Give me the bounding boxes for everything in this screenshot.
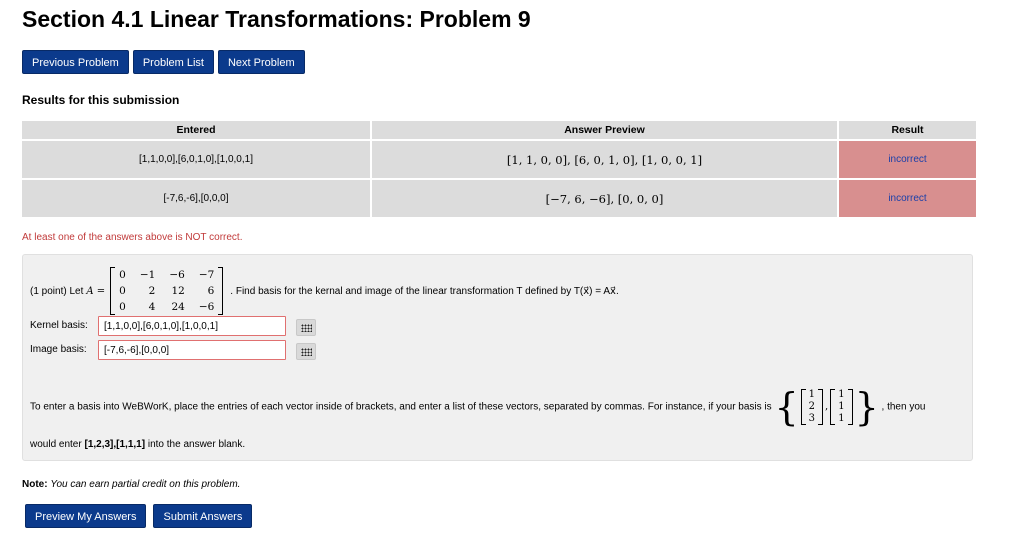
instructions-line-2: would enter [1,2,3],[1,1,1] into the ans… (30, 438, 966, 452)
preview-answers-button[interactable]: Preview My Answers (25, 504, 147, 528)
matrix-a: 0 −1 −6 −7 0 2 12 6 0 4 24 −6 (110, 267, 224, 315)
next-problem-button[interactable]: Next Problem (217, 50, 305, 74)
problem-box: (1 point) Let A = 0 −1 −6 −7 0 2 12 6 0 … (22, 254, 973, 461)
grid-dots-icon (300, 323, 312, 332)
equation-editor-icon[interactable] (296, 319, 316, 336)
vector-entry: 2 (808, 401, 815, 412)
result-cell: incorrect (839, 180, 976, 217)
vector-entry: 3 (808, 413, 815, 424)
matrix-cell: 2 (148, 285, 156, 297)
problem-statement: (1 point) Let A = 0 −1 −6 −7 0 2 12 6 0 … (30, 261, 619, 321)
note-label: Note: (22, 479, 48, 490)
right-brace-icon: } (854, 385, 879, 429)
problem-description: . Find basis for the kernal and image of… (230, 285, 619, 297)
vector-entries: 1 2 3 (806, 389, 818, 425)
kernel-basis-input[interactable] (98, 316, 286, 336)
entered-cell: [-7,6,-6],[0,0,0] (22, 180, 370, 217)
table-row: [1,1,0,0],[6,0,1,0],[1,0,0,1] [1, 1, 0, … (22, 141, 976, 178)
example-answer: [1,2,3],[1,1,1] (84, 439, 146, 450)
matrix-cell: −6 (169, 269, 185, 281)
vector-right-bracket (847, 389, 853, 425)
image-basis-input[interactable] (98, 340, 286, 360)
matrix-right-bracket (218, 267, 224, 315)
matrix-cell: 0 (119, 285, 126, 297)
previous-problem-button[interactable]: Previous Problem (22, 50, 129, 74)
matrix-cell: −1 (139, 269, 156, 281)
results-table: Entered Answer Preview Result [1,1,0,0],… (20, 119, 978, 219)
kernel-basis-label: Kernel basis: (30, 320, 88, 331)
image-basis-label: Image basis: (30, 344, 87, 355)
preview-cell: [−7, 6, −6], [0, 0, 0] (372, 180, 837, 217)
grid-dots-icon (300, 347, 312, 356)
page-title: Section 4.1 Linear Transformations: Prob… (22, 6, 531, 32)
vector-right-bracket (818, 389, 823, 425)
vector-entry: 1 (838, 413, 845, 424)
vector-entries: 1 1 1 (835, 389, 847, 425)
matrix-cell: 0 (119, 269, 126, 281)
matrix-cell: 12 (171, 285, 185, 297)
instructions-post: into the answer blank. (147, 439, 246, 450)
results-heading: Results for this submission (22, 93, 180, 107)
matrix-cell: −7 (198, 269, 215, 281)
entered-cell: [1,1,0,0],[6,0,1,0],[1,0,0,1] (22, 141, 370, 178)
problem-list-button[interactable]: Problem List (132, 50, 214, 74)
instructions: To enter a basis into WeBWorK, place the… (30, 388, 966, 452)
matrix-grid: 0 −1 −6 −7 0 2 12 6 0 4 24 −6 (115, 267, 218, 315)
warning-message: At least one of the answers above is NOT… (22, 232, 243, 243)
instructions-text-end: , then you (881, 401, 926, 413)
example-vector: 1 2 3 (800, 389, 823, 425)
instructions-pre: would enter (30, 439, 82, 450)
matrix-cell: 24 (171, 301, 185, 313)
matrix-cell: 4 (148, 301, 156, 313)
submit-actions: Preview My Answers Submit Answers (25, 504, 253, 528)
problem-prefix: (1 point) Let (30, 285, 84, 297)
matrix-cell: 0 (119, 301, 126, 313)
matrix-cell: −6 (198, 301, 215, 313)
vector-entry: 1 (838, 389, 845, 400)
column-header-result: Result (839, 121, 976, 139)
example-basis: { 1 2 3 , 1 1 1 } (774, 388, 878, 426)
column-header-preview: Answer Preview (372, 121, 837, 139)
vector-entry: 1 (808, 389, 815, 400)
matrix-lhs: A = (86, 285, 106, 297)
column-header-entered: Entered (22, 121, 370, 139)
note: Note: You can earn partial credit on thi… (22, 479, 240, 490)
preview-cell: [1, 1, 0, 0], [6, 0, 1, 0], [1, 0, 0, 1] (372, 141, 837, 178)
matrix-cell: 6 (207, 285, 215, 297)
note-text: You can earn partial credit on this prob… (50, 479, 241, 490)
result-cell: incorrect (839, 141, 976, 178)
instructions-text: To enter a basis into WeBWorK, place the… (30, 401, 772, 413)
left-brace-icon: { (774, 385, 799, 429)
vector-entry: 1 (838, 401, 845, 412)
problem-nav: Previous Problem Problem List Next Probl… (22, 50, 305, 74)
example-vector: 1 1 1 (830, 389, 853, 425)
table-row: [-7,6,-6],[0,0,0] [−7, 6, −6], [0, 0, 0]… (22, 180, 976, 217)
vector-separator: , (825, 401, 829, 412)
equation-editor-icon[interactable] (296, 343, 316, 360)
submit-answers-button[interactable]: Submit Answers (153, 504, 253, 528)
